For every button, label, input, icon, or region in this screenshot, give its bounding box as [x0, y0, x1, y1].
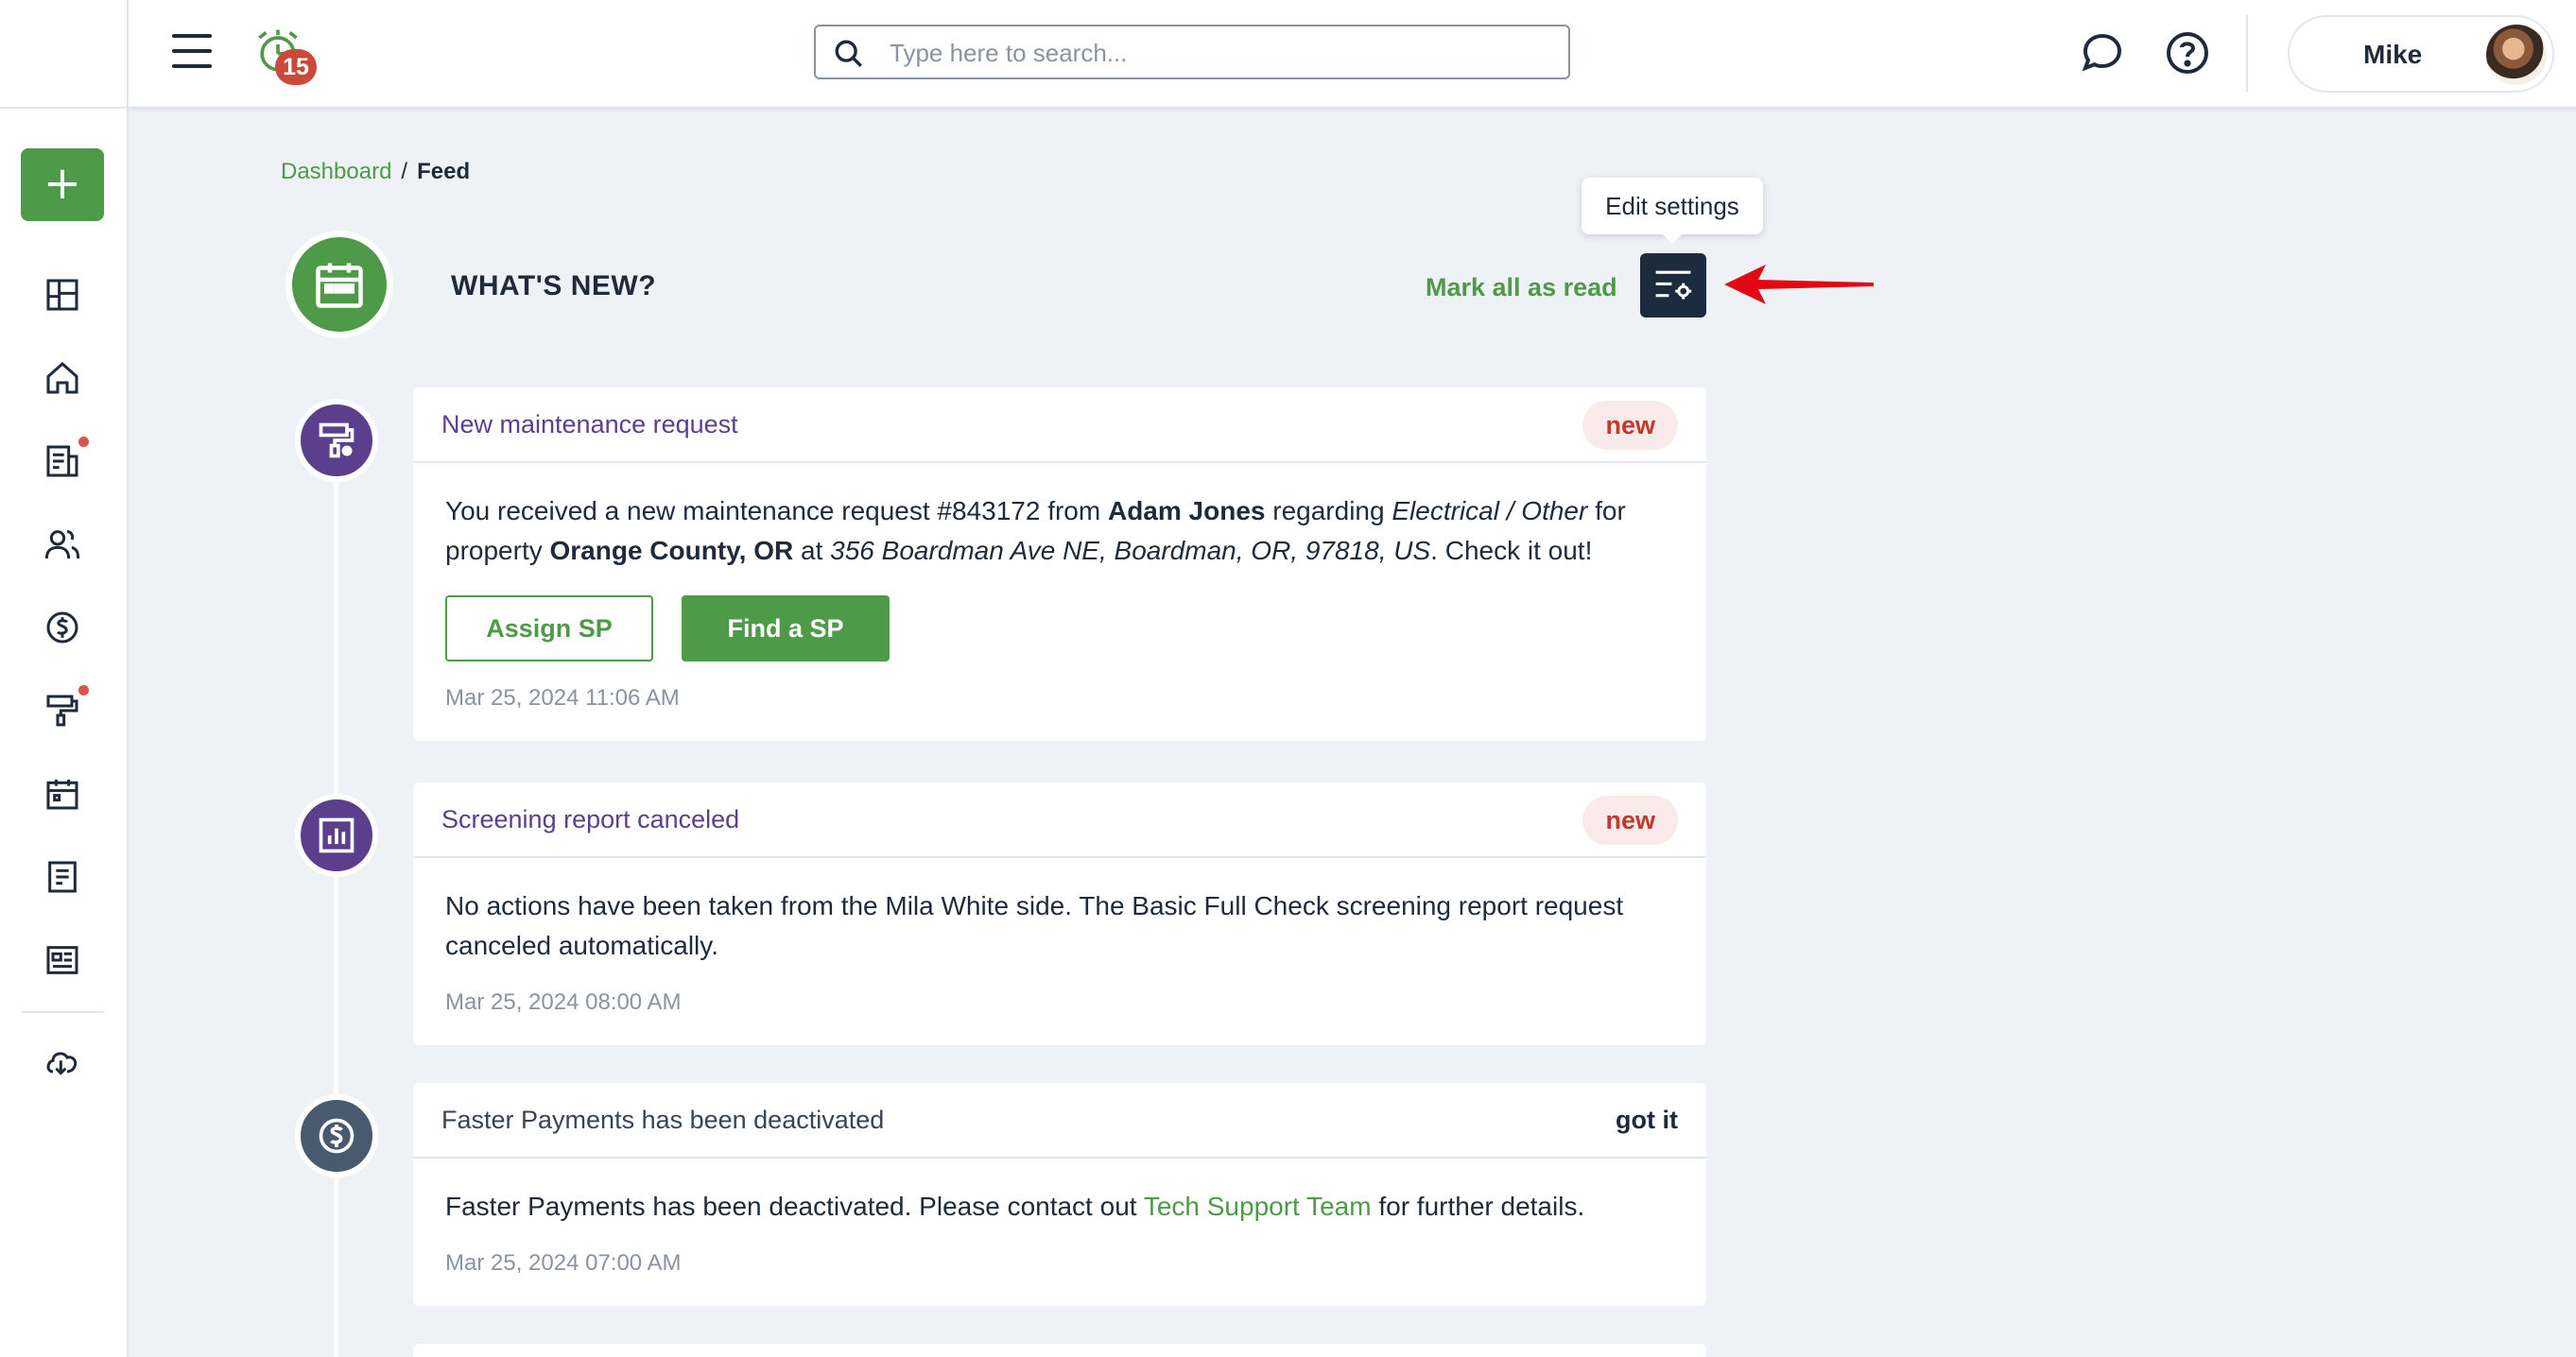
- feed-card-maintenance: New maintenance request new You received…: [413, 387, 1706, 741]
- edit-settings-button[interactable]: [1640, 253, 1706, 318]
- breadcrumb: Dashboard / Feed: [281, 159, 470, 185]
- add-new-button[interactable]: +: [21, 148, 104, 221]
- card-timestamp: Mar 25, 2024 08:00 AM: [445, 989, 682, 1015]
- top-header: 15 Mike: [129, 0, 2576, 109]
- list-settings-icon: [1655, 270, 1692, 300]
- card-title: Screening report canceled: [441, 805, 740, 833]
- people-icon[interactable]: [41, 523, 84, 566]
- paint-roller-icon: [319, 422, 354, 458]
- edit-settings-tooltip: Edit settings: [1582, 178, 1763, 244]
- listings-icon[interactable]: [41, 938, 84, 982]
- status-badge[interactable]: new: [1582, 401, 1678, 450]
- got-it-button[interactable]: got it: [1616, 1106, 1678, 1135]
- menu-icon[interactable]: [172, 34, 212, 72]
- status-badge[interactable]: new: [1582, 796, 1678, 845]
- search-icon: [835, 40, 862, 67]
- user-menu[interactable]: Mike: [2288, 15, 2554, 93]
- annotation-arrow-icon: [1724, 265, 1874, 304]
- feed-card-payments: Faster Payments has been deactivated got…: [413, 1083, 1706, 1306]
- card-title: Faster Payments has been deactivated: [441, 1106, 885, 1134]
- screening-timeline-badge: [295, 794, 378, 877]
- help-icon[interactable]: [2165, 30, 2210, 76]
- maintenance-notification-dot: [78, 685, 89, 696]
- tech-support-link[interactable]: Tech Support Team: [1144, 1192, 1372, 1221]
- request-category: Electrical / Other: [1392, 496, 1588, 525]
- calendar-icon: [316, 263, 363, 308]
- leases-icon[interactable]: [41, 439, 84, 483]
- maintenance-timeline-badge: [295, 399, 378, 482]
- breadcrumb-dashboard-link[interactable]: Dashboard: [281, 159, 391, 184]
- card-header: New maintenance request new: [413, 387, 1706, 463]
- card-timestamp: Mar 25, 2024 11:06 AM: [445, 685, 680, 711]
- card-title: New maintenance request: [441, 410, 738, 438]
- search-input[interactable]: [890, 34, 1551, 72]
- feed-card-partial: [413, 1344, 1706, 1357]
- requester-name: Adam Jones: [1107, 496, 1266, 525]
- property-address: 356 Boardman Ave NE, Boardman, OR, 97818…: [830, 536, 1431, 565]
- payments-timeline-badge: [295, 1094, 378, 1177]
- timeline-line: [334, 416, 338, 1357]
- search-bar[interactable]: [814, 25, 1570, 79]
- header-divider: [2246, 15, 2248, 93]
- feed-card-screening: Screening report canceled new No actions…: [413, 782, 1706, 1045]
- page-title: WHAT'S NEW?: [451, 270, 657, 301]
- breadcrumb-separator: /: [401, 159, 408, 184]
- card-header: Faster Payments has been deactivated got…: [413, 1083, 1706, 1159]
- notification-count-badge: 15: [275, 49, 317, 85]
- whats-new-calendar-badge: [285, 231, 393, 338]
- sidebar-logo-area: [0, 0, 127, 109]
- breadcrumb-current: Feed: [417, 159, 471, 184]
- card-actions: Assign SP Find a SP: [445, 595, 1674, 661]
- reports-icon[interactable]: [41, 855, 84, 899]
- user-name: Mike: [2363, 40, 2423, 69]
- maintenance-icon[interactable]: [41, 689, 84, 732]
- card-timestamp: Mar 25, 2024 07:00 AM: [445, 1250, 682, 1276]
- calendar-icon[interactable]: [41, 772, 84, 816]
- card-message: You received a new maintenance request #…: [445, 496, 1626, 565]
- assign-sp-button[interactable]: Assign SP: [445, 595, 653, 661]
- dollar-icon: [319, 1118, 354, 1154]
- card-body: No actions have been taken from the Mila…: [413, 858, 1706, 1045]
- sidebar: +: [0, 0, 129, 1357]
- report-chart-icon: [319, 817, 354, 853]
- download-icon[interactable]: [41, 1040, 84, 1084]
- sidebar-divider: [21, 1011, 104, 1013]
- chat-icon[interactable]: [2080, 30, 2125, 76]
- card-body: Faster Payments has been deactivated. Pl…: [413, 1159, 1706, 1306]
- dashboard-icon[interactable]: [41, 273, 84, 317]
- mark-all-read-link[interactable]: Mark all as read: [1426, 273, 1617, 302]
- accounting-icon[interactable]: [41, 606, 84, 649]
- property-name: Orange County, OR: [549, 536, 794, 565]
- card-message: No actions have been taken from the Mila…: [445, 891, 1624, 960]
- card-body: You received a new maintenance request #…: [413, 463, 1706, 741]
- card-header: Screening report canceled new: [413, 782, 1706, 858]
- leases-notification-dot: [78, 437, 89, 447]
- avatar: [2486, 25, 2547, 85]
- card-message: Faster Payments has been deactivated. Pl…: [445, 1192, 1585, 1221]
- find-sp-button[interactable]: Find a SP: [682, 595, 890, 661]
- home-icon[interactable]: [41, 356, 84, 400]
